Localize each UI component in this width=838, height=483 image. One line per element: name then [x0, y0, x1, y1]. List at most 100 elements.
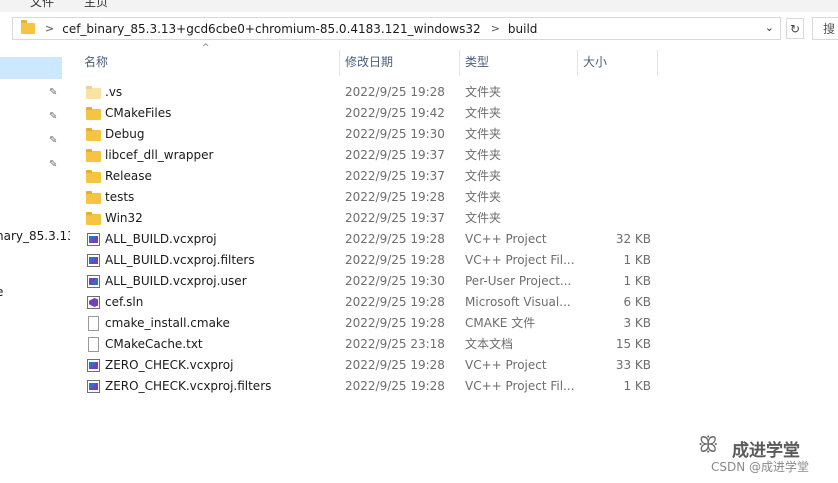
file-row-cmakefiles[interactable]: CMakeFiles 2022/9/25 19:42 文件夹	[78, 103, 678, 124]
folder-icon	[86, 169, 101, 184]
file-name: tests	[105, 190, 135, 204]
file-date: 2022/9/25 19:28	[345, 253, 445, 267]
file-row-cmakecache[interactable]: CMakeCache.txt 2022/9/25 23:18 文本文档 15 K…	[78, 334, 678, 355]
file-name: CMakeCache.txt	[105, 337, 203, 351]
file-row-tests[interactable]: tests 2022/9/25 19:28 文件夹	[78, 187, 678, 208]
file-type: 文件夹	[465, 127, 502, 141]
chevron-down-icon[interactable]: ⌄	[765, 21, 774, 34]
folder-light-icon	[86, 85, 101, 100]
breadcrumb-separator-icon[interactable]: >	[491, 22, 500, 35]
file-name: cmake_install.cmake	[105, 316, 230, 330]
vcxproj-icon	[86, 379, 101, 394]
file-date: 2022/9/25 19:28	[345, 316, 445, 330]
nav-item-partial[interactable]: e	[0, 285, 3, 299]
folder-icon	[21, 20, 35, 34]
file-size	[578, 208, 651, 229]
column-header-name[interactable]: 名称	[78, 50, 339, 76]
navigation-pane[interactable]: ✎ ✎ ✎ ✎ nary_85.3.13 e	[0, 45, 70, 483]
file-size	[578, 103, 651, 124]
file-date: 2022/9/25 19:37	[345, 148, 445, 162]
file-date: 2022/9/25 19:28	[345, 232, 445, 246]
file-date: 2022/9/25 23:18	[345, 337, 445, 351]
file-date: 2022/9/25 19:37	[345, 211, 445, 225]
file-row-all-build-vcxproj[interactable]: ALL_BUILD.vcxproj 2022/9/25 19:28 VC++ P…	[78, 229, 678, 250]
column-header-size[interactable]: 大小	[577, 50, 657, 76]
file-row-cef-sln[interactable]: cef.sln 2022/9/25 19:28 Microsoft Visual…	[78, 292, 678, 313]
folder-icon	[86, 148, 101, 163]
menu-bar: 文件 主页	[0, 0, 838, 12]
file-row-release[interactable]: Release 2022/9/25 19:37 文件夹	[78, 166, 678, 187]
pin-icon[interactable]: ✎	[49, 88, 59, 98]
folder-icon	[86, 190, 101, 205]
file-type: 文件夹	[465, 211, 502, 225]
file-size	[578, 187, 651, 208]
pin-icon[interactable]: ✎	[49, 136, 59, 146]
menu-item-home[interactable]: 主页	[84, 0, 108, 10]
file-type: VC++ Project	[465, 232, 547, 246]
column-header-type[interactable]: 类型	[459, 50, 577, 76]
file-type: VC++ Project Fil...	[465, 379, 575, 393]
nav-item-selected[interactable]	[0, 57, 62, 79]
file-row-all-build-user[interactable]: ALL_BUILD.vcxproj.user 2022/9/25 19:30 P…	[78, 271, 678, 292]
file-type: VC++ Project	[465, 358, 547, 372]
file-size: 3 KB	[623, 316, 651, 330]
file-date: 2022/9/25 19:28	[345, 295, 445, 309]
file-row-win32[interactable]: Win32 2022/9/25 19:37 文件夹	[78, 208, 678, 229]
folder-icon	[86, 211, 101, 226]
address-row: > cef_binary_85.3.13+gcd6cbe0+chromium-8…	[0, 13, 838, 45]
vcxproj-user-icon	[86, 274, 101, 289]
file-row-cmake-install[interactable]: cmake_install.cmake 2022/9/25 19:28 CMAK…	[78, 313, 678, 334]
file-row-all-build-filters[interactable]: ALL_BUILD.vcxproj.filters 2022/9/25 19:2…	[78, 250, 678, 271]
file-type: 文件夹	[465, 190, 502, 204]
file-name: cef.sln	[105, 295, 144, 309]
file-row-debug[interactable]: Debug 2022/9/25 19:30 文件夹	[78, 124, 678, 145]
file-date: 2022/9/25 19:28	[345, 190, 445, 204]
vcxproj-icon	[86, 253, 101, 268]
column-divider[interactable]	[657, 50, 658, 76]
file-type: CMAKE 文件	[465, 316, 536, 330]
breadcrumb-item-cef-binary[interactable]: cef_binary_85.3.13+gcd6cbe0+chromium-85.…	[62, 22, 480, 36]
nav-item-cef-binary[interactable]: nary_85.3.13	[0, 229, 70, 243]
file-size: 6 KB	[623, 295, 651, 309]
folder-icon	[86, 106, 101, 121]
breadcrumb-item-build[interactable]: build	[508, 22, 538, 36]
pin-icon[interactable]: ✎	[49, 112, 59, 122]
file-name: ALL_BUILD.vcxproj.filters	[105, 253, 255, 267]
file-size: 1 KB	[623, 253, 651, 267]
file-row-zero-check-vcxproj[interactable]: ZERO_CHECK.vcxproj 2022/9/25 19:28 VC++ …	[78, 355, 678, 376]
search-input[interactable]: 搜	[812, 17, 838, 40]
vcxproj-icon	[86, 358, 101, 373]
file-name: Win32	[105, 211, 143, 225]
file-type: 文件夹	[465, 148, 502, 162]
address-bar[interactable]: > cef_binary_85.3.13+gcd6cbe0+chromium-8…	[12, 17, 781, 40]
document-icon	[88, 316, 99, 331]
pin-icon[interactable]: ✎	[49, 160, 59, 170]
file-type: Per-User Project...	[465, 274, 572, 288]
file-name: Debug	[105, 127, 145, 141]
breadcrumb-separator-icon[interactable]: >	[45, 22, 54, 35]
file-date: 2022/9/25 19:42	[345, 106, 445, 120]
file-row-libcef-dll-wrapper[interactable]: libcef_dll_wrapper 2022/9/25 19:37 文件夹	[78, 145, 678, 166]
file-date: 2022/9/25 19:28	[345, 85, 445, 99]
file-type: Microsoft Visual...	[465, 295, 571, 309]
file-name: ALL_BUILD.vcxproj.user	[105, 274, 247, 288]
file-size	[578, 124, 651, 145]
file-name: ZERO_CHECK.vcxproj	[105, 358, 234, 372]
column-header-row: ^ 名称 修改日期 类型 大小	[78, 43, 678, 76]
file-row-zero-check-filters[interactable]: ZERO_CHECK.vcxproj.filters 2022/9/25 19:…	[78, 376, 678, 397]
search-placeholder: 搜	[823, 22, 836, 36]
document-icon	[88, 337, 99, 352]
refresh-button[interactable]: ↻	[786, 18, 804, 39]
file-type: 文本文档	[465, 337, 514, 351]
vcxproj-icon	[86, 232, 101, 247]
file-date: 2022/9/25 19:30	[345, 127, 445, 141]
file-date: 2022/9/25 19:28	[345, 379, 445, 393]
menu-item-file[interactable]: 文件	[30, 0, 54, 10]
column-header-date[interactable]: 修改日期	[339, 50, 459, 76]
file-size	[578, 82, 651, 103]
file-size: 32 KB	[615, 232, 651, 246]
file-row-vs[interactable]: .vs 2022/9/25 19:28 文件夹	[78, 82, 678, 103]
watermark-subtitle: CSDN @成进学堂	[711, 460, 810, 474]
file-name: .vs	[105, 85, 123, 99]
file-date: 2022/9/25 19:28	[345, 358, 445, 372]
